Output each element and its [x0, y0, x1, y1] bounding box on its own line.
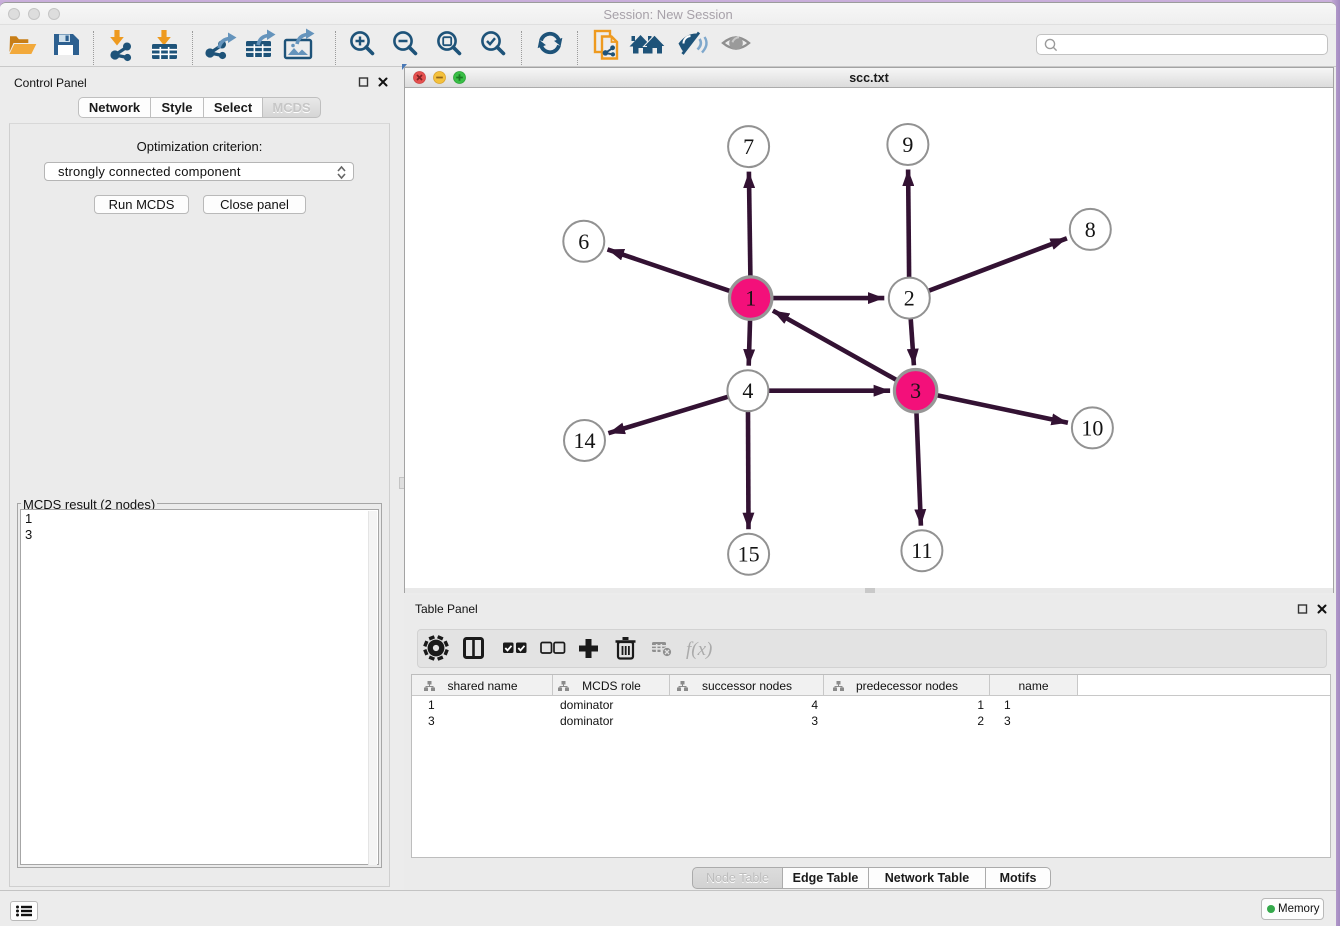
- svg-text:7: 7: [743, 134, 754, 159]
- svg-text:8: 8: [1085, 217, 1096, 242]
- svg-text:14: 14: [574, 428, 596, 453]
- svg-text:6: 6: [578, 229, 589, 254]
- svg-text:9: 9: [902, 132, 913, 157]
- svg-text:1: 1: [745, 286, 756, 311]
- svg-text:3: 3: [910, 378, 921, 403]
- svg-text:15: 15: [738, 542, 760, 567]
- svg-text:10: 10: [1081, 415, 1103, 440]
- svg-text:f(x): f(x): [686, 639, 712, 660]
- svg-text:2: 2: [904, 286, 915, 311]
- svg-text:4: 4: [742, 378, 753, 403]
- svg-text:11: 11: [911, 538, 932, 563]
